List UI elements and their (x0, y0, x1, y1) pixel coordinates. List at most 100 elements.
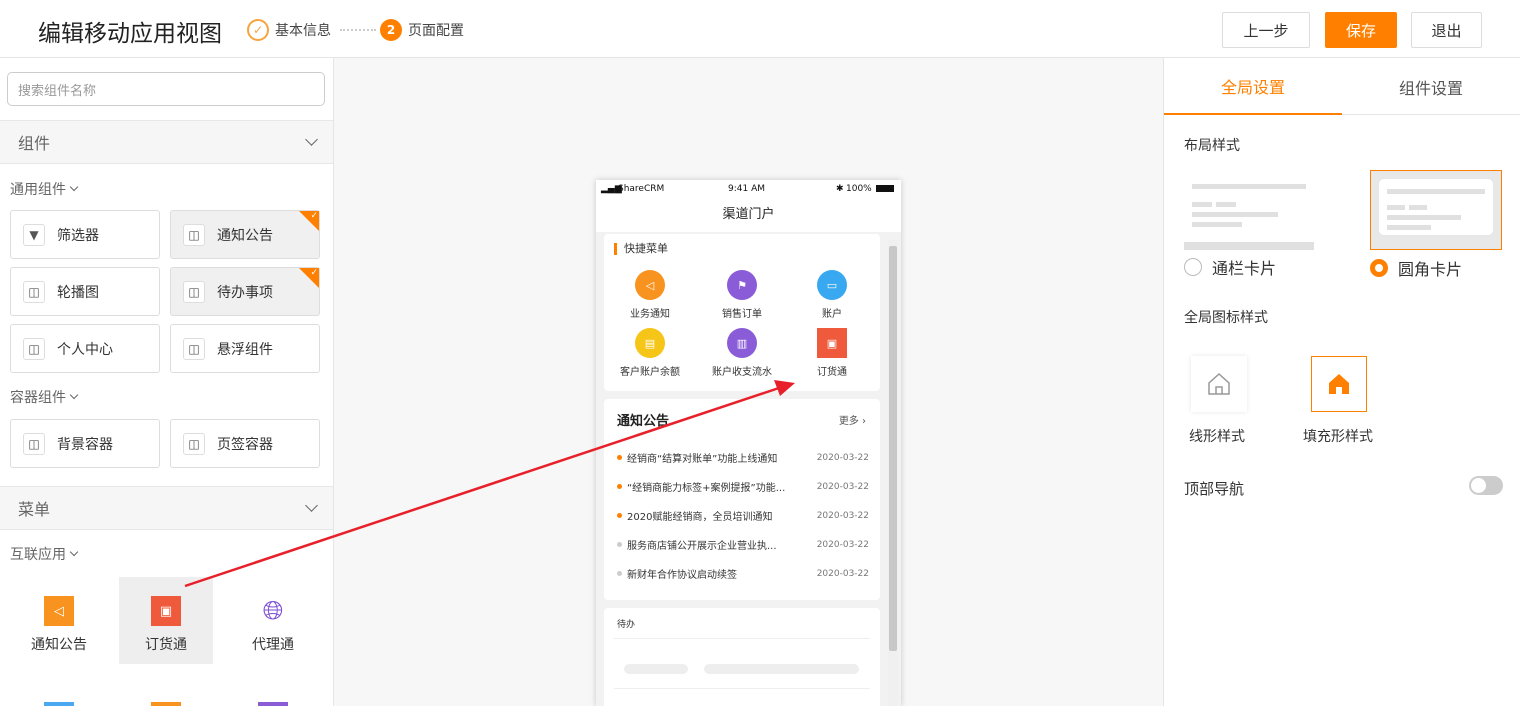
exit-button[interactable]: 退出 (1411, 12, 1482, 48)
quick-item[interactable]: ▥ 账户收支流水 (702, 328, 782, 378)
tab-component-settings[interactable]: 组件设置 (1342, 58, 1520, 115)
component-carousel[interactable]: ◫ 轮播图 (10, 267, 160, 316)
todo-card: 待办 (604, 608, 880, 706)
chevron-down-icon (305, 133, 318, 146)
notice-more-label: 更多 (838, 416, 859, 427)
notice-item[interactable]: 新财年合作协议启动续签 2020-03-22 (617, 566, 869, 581)
quick-item-label: 账户 (822, 309, 842, 320)
component-icon: ◫ (23, 432, 45, 455)
layout-style-label: 布局样式 (1184, 138, 1240, 154)
page-title: 编辑移动应用视图 (38, 21, 222, 47)
component-filter[interactable]: ▼ 筛选器 (10, 210, 160, 259)
quick-item-label: 账户收支流水 (712, 367, 772, 378)
notice-date: 2020-03-22 (816, 510, 869, 521)
notice-more-link[interactable]: 更多 › (839, 412, 866, 427)
battery-icon (876, 185, 894, 192)
quick-item[interactable]: ⚑ 销售订单 (702, 270, 782, 320)
bluetooth-icon: ✱ (836, 184, 844, 194)
scrollbar-thumb[interactable] (889, 246, 897, 651)
layout-fullwidth-preview[interactable] (1184, 170, 1314, 250)
flag-icon: ⚑ (727, 270, 757, 300)
globe-icon: 🌐︎ (262, 595, 284, 626)
app-icon-partial (258, 702, 288, 706)
section-menu-label: 菜单 (18, 500, 51, 519)
quick-item[interactable]: ▤ 客户账户余额 (610, 328, 690, 378)
notice-date: 2020-03-22 (816, 539, 869, 550)
component-icon: ◫ (183, 432, 205, 455)
section-menu-header[interactable]: 菜单 (0, 486, 333, 530)
component-bg-container[interactable]: ◫ 背景容器 (10, 419, 160, 468)
app-notice[interactable]: ◁ 通知公告 (12, 577, 106, 664)
notice-item[interactable]: 服务商店铺公开展示企业营业执... 2020-03-22 (617, 537, 869, 552)
component-notice[interactable]: ◫ 通知公告 ✓ (170, 210, 320, 259)
preview-bar (1387, 225, 1431, 230)
top-nav-toggle[interactable] (1469, 476, 1503, 495)
component-profile[interactable]: ◫ 个人中心 (10, 324, 160, 373)
chevron-down-icon (69, 390, 79, 400)
top-nav-label: 顶部导航 (1184, 480, 1245, 498)
ledger-icon: ▥ (727, 328, 757, 358)
component-floating[interactable]: ◫ 悬浮组件 (170, 324, 320, 373)
preview-bar (1192, 202, 1212, 207)
subgroup-container[interactable]: 容器组件 (10, 387, 79, 407)
app-ordering[interactable]: ▣ 订货通 (119, 577, 213, 664)
quick-item-label: 订货通 (817, 367, 847, 378)
step-page-config-label: 页面配置 (408, 23, 464, 39)
component-label: 悬浮组件 (217, 341, 273, 358)
battery-level: 100% (846, 184, 872, 194)
component-label: 轮播图 (57, 284, 99, 301)
phone-status-bar: ▂▄▆ ShareCRM 9:41 AM ✱ 100% (596, 180, 901, 198)
notice-item[interactable]: “经销商能力标签+案例提报”功能... 2020-03-22 (617, 479, 869, 494)
icon-style-line[interactable] (1191, 356, 1247, 412)
subgroup-interconnect[interactable]: 互联应用 (10, 544, 79, 564)
quick-item[interactable]: ◁ 业务通知 (610, 270, 690, 320)
component-icon: ◫ (23, 280, 45, 303)
megaphone-icon: ◁ (44, 596, 74, 626)
tab-global-settings[interactable]: 全局设置 (1164, 58, 1342, 115)
step-page-config[interactable]: 2 页面配置 (380, 19, 464, 41)
order-icon: ▣ (151, 596, 181, 626)
quick-item[interactable]: ▭ 账户 (792, 270, 872, 320)
subgroup-general-label: 通用组件 (10, 182, 66, 198)
icon-style-fill-label: 填充形样式 (1303, 429, 1373, 445)
wallet-icon: ▭ (817, 270, 847, 300)
chevron-down-icon (305, 499, 318, 512)
save-button[interactable]: 保存 (1325, 12, 1397, 48)
notice-item[interactable]: 经销商“结算对账单”功能上线通知 2020-03-22 (617, 450, 869, 465)
search-input[interactable]: 搜索组件名称 (7, 72, 325, 106)
notice-card: 通知公告 更多 › 经销商“结算对账单”功能上线通知 2020-03-22 “经… (604, 399, 880, 600)
step-basic-info[interactable]: ✓ 基本信息 (247, 19, 331, 41)
notice-text: 经销商“结算对账单”功能上线通知 (627, 454, 778, 465)
layout-rounded-preview[interactable] (1370, 170, 1502, 250)
quick-item[interactable]: ▣ 订货通 (792, 328, 872, 378)
section-components-label: 组件 (18, 134, 51, 153)
phone-scrollbar[interactable] (888, 240, 898, 706)
preview-bar (1216, 202, 1236, 207)
carrier: ShareCRM (618, 184, 665, 194)
phone-preview: ▂▄▆ ShareCRM 9:41 AM ✱ 100% 渠道门户 快捷菜单 ◁ … (596, 180, 901, 706)
quick-menu-title: 快捷菜单 (614, 243, 668, 255)
icon-style-fill[interactable] (1311, 356, 1367, 412)
filter-icon: ▼ (23, 223, 45, 246)
layout-option-label: 通栏卡片 (1212, 259, 1277, 278)
component-label: 筛选器 (57, 227, 99, 244)
subgroup-general[interactable]: 通用组件 (10, 179, 79, 199)
notice-item[interactable]: 2020赋能经销商，全员培训通知 2020-03-22 (617, 508, 869, 523)
prev-step-button[interactable]: 上一步 (1222, 12, 1310, 48)
app-agency[interactable]: 🌐︎ 代理通 (226, 577, 320, 664)
app-label: 订货通 (145, 637, 187, 653)
preview-bar (1192, 212, 1278, 217)
radio-icon (1184, 258, 1202, 276)
skeleton-placeholder (704, 664, 859, 674)
component-label: 待办事项 (217, 284, 273, 301)
layout-option-fullwidth[interactable]: 通栏卡片 (1184, 255, 1276, 279)
layout-option-label: 圆角卡片 (1398, 260, 1463, 279)
component-panel: 搜索组件名称 组件 通用组件 ▼ 筛选器 ◫ 通知公告 ✓ ◫ 轮播图 ◫ 待办… (0, 58, 334, 706)
notice-title: 通知公告 (617, 414, 670, 429)
component-tab-container[interactable]: ◫ 页签容器 (170, 419, 320, 468)
notice-text: 服务商店铺公开展示企业营业执... (627, 541, 777, 552)
divider (614, 638, 870, 639)
layout-option-rounded[interactable]: 圆角卡片 (1370, 256, 1462, 280)
section-components-header[interactable]: 组件 (0, 120, 333, 164)
component-todo[interactable]: ◫ 待办事项 ✓ (170, 267, 320, 316)
